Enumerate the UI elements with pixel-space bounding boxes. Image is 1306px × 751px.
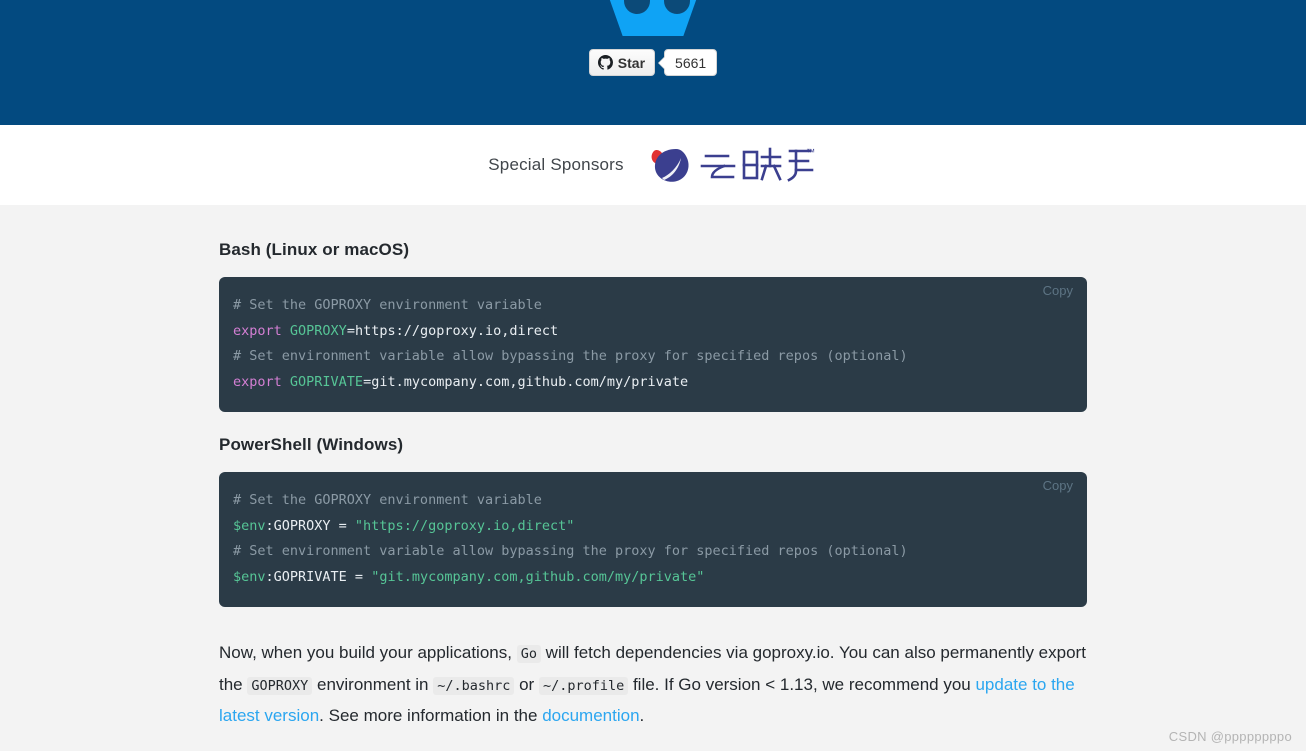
explanation-paragraph: Now, when you build your applications, G… <box>219 638 1087 731</box>
code-line: export GOPRIVATE=git.mycompany.com,githu… <box>233 370 1067 396</box>
yunzhanghu-logo-text: ™ <box>700 144 818 186</box>
trademark-symbol: ™ <box>806 147 815 157</box>
github-star-widget: Star 5661 <box>0 49 1306 76</box>
sponsor-yunzhanghu-link[interactable]: ™ <box>646 144 818 186</box>
code-token: =https://goproxy.io,direct <box>346 322 559 339</box>
powershell-section-title: PowerShell (Windows) <box>219 435 404 454</box>
gopher-body-shape <box>597 0 709 36</box>
gopher-logo-graphic <box>0 0 1306 36</box>
code-line: export GOPROXY=https://goproxy.io,direct <box>233 319 1067 345</box>
code-line: # Set environment variable allow bypassi… <box>233 344 1067 370</box>
inline-code-go: Go <box>516 645 541 663</box>
code-line: $env:GOPROXY = "https://goproxy.io,direc… <box>233 514 1067 540</box>
code-token: export <box>233 373 290 390</box>
github-star-button[interactable]: Star <box>588 49 656 76</box>
github-octocat-icon <box>597 55 613 70</box>
sponsors-label: Special Sponsors <box>488 155 624 174</box>
code-token: =git.mycompany.com,github.com/my/private <box>363 373 689 390</box>
code-token: # Set the GOPROXY environment variable <box>233 492 542 508</box>
code-token: export <box>233 322 290 339</box>
inline-code-bashrc: ~/.bashrc <box>433 676 515 695</box>
para-text-5: file. If Go version < 1.13, we recommend… <box>628 674 976 694</box>
github-star-count[interactable]: 5661 <box>658 49 718 76</box>
para-text-4: or <box>514 674 539 694</box>
para-text-1: Now, when you build your applications, <box>219 643 517 662</box>
bash-code-lines: # Set the GOPROXY environment variable ex… <box>233 293 1067 395</box>
documention-link[interactable]: documention <box>542 706 639 725</box>
code-token: # Set the GOPROXY environment variable <box>233 297 542 313</box>
site-banner: Star 5661 <box>0 0 1306 125</box>
para-text-7: . <box>639 706 645 725</box>
powershell-code-block: Copy # Set the GOPROXY environment varia… <box>219 472 1087 607</box>
powershell-code-lines: # Set the GOPROXY environment variable $e… <box>233 488 1067 590</box>
code-token: $env <box>233 517 266 534</box>
code-token: "https://goproxy.io,direct" <box>354 517 575 534</box>
yunzhanghu-logo-mark <box>646 145 694 185</box>
para-text-6: . See more information in the <box>319 706 543 725</box>
csdn-watermark: CSDN @ppppppppo <box>1168 729 1292 744</box>
special-sponsors-bar: Special Sponsors ™ <box>0 125 1306 205</box>
code-token: # Set environment variable allow bypassi… <box>233 348 908 364</box>
bash-code-block: Copy # Set the GOPROXY environment varia… <box>219 277 1087 412</box>
code-line: $env:GOPRIVATE = "git.mycompany.com,gith… <box>233 565 1067 591</box>
code-token: GOPRIVATE <box>289 373 364 390</box>
code-token: :GOPROXY = <box>265 517 355 534</box>
code-token: $env <box>233 568 266 585</box>
powershell-copy-button[interactable]: Copy <box>1043 478 1073 493</box>
code-line: # Set environment variable allow bypassi… <box>233 539 1067 565</box>
code-line: # Set the GOPROXY environment variable <box>233 488 1067 514</box>
code-token: :GOPRIVATE = <box>265 568 372 585</box>
para-text-3: environment in <box>312 674 434 694</box>
bash-copy-button[interactable]: Copy <box>1043 283 1073 298</box>
code-token: GOPROXY <box>289 322 347 339</box>
code-token: # Set environment variable allow bypassi… <box>233 543 908 559</box>
inline-code-goproxy: GOPROXY <box>247 676 313 695</box>
github-star-label: Star <box>617 54 646 71</box>
main-content: Bash (Linux or macOS) Copy # Set the GOP… <box>0 205 1306 751</box>
code-line: # Set the GOPROXY environment variable <box>233 293 1067 319</box>
code-token: "git.mycompany.com,github.com/my/private… <box>371 568 705 585</box>
inline-code-profile: ~/.profile <box>538 676 629 695</box>
bash-section-title: Bash (Linux or macOS) <box>219 240 410 259</box>
